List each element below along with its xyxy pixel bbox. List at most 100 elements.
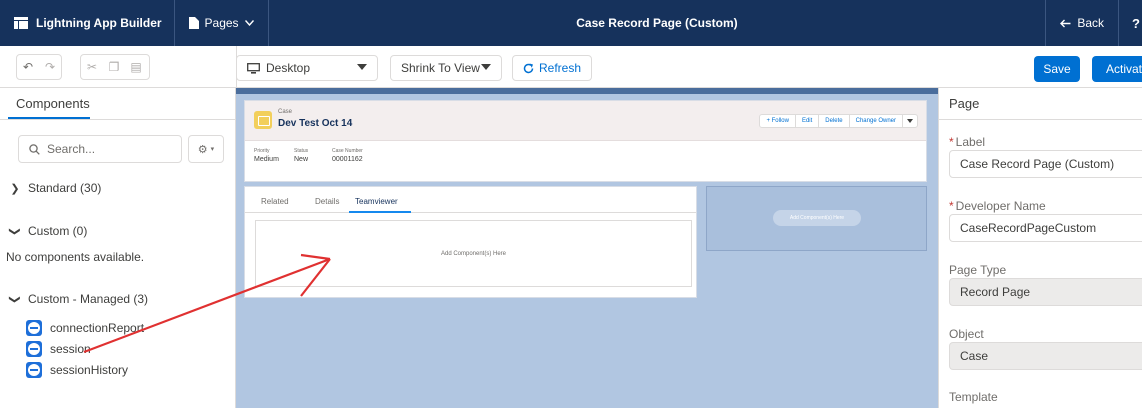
redo-icon[interactable]: ↷	[39, 55, 61, 79]
field-value: New	[294, 156, 309, 163]
app-name-block[interactable]: Lightning App Builder	[0, 0, 175, 46]
zoom-select[interactable]: Shrink To View	[390, 55, 502, 81]
pages-label: Pages	[204, 16, 239, 30]
required-marker: *	[949, 135, 954, 149]
zoom-value: Shrink To View	[401, 61, 480, 75]
label-input[interactable]: Case Record Page (Custom)	[949, 150, 1142, 178]
field-value: Medium	[254, 156, 279, 163]
tab-components[interactable]: Components	[16, 96, 90, 111]
back-button[interactable]: Back	[1045, 0, 1118, 46]
delete-button[interactable]: Delete	[819, 115, 850, 127]
divider	[0, 119, 235, 120]
object-label: Case	[278, 109, 293, 115]
page-type-label: Page Type	[949, 263, 1007, 277]
follow-button[interactable]: + Follow	[760, 115, 796, 127]
tab-teamviewer[interactable]: Teamviewer	[355, 197, 398, 206]
teamviewer-icon	[26, 362, 42, 378]
help-button[interactable]: ?	[1118, 0, 1142, 46]
template-label: Template	[949, 390, 998, 404]
record-actions: + Follow Edit Delete Change Owner	[759, 114, 918, 128]
tab-drop-zone[interactable]: Add Component(s) Here	[255, 220, 692, 287]
teamviewer-icon	[26, 341, 42, 357]
cut-icon[interactable]: ✂	[81, 55, 103, 79]
record-header-top: Case Dev Test Oct 14 + Follow Edit Delet…	[245, 101, 926, 141]
field-case-number: Case Number 00001162	[332, 148, 363, 163]
field-status: Status New	[294, 148, 308, 163]
activation-button[interactable]: Activation...	[1092, 56, 1142, 82]
properties-panel: Page * Label Case Record Page (Custom) * D…	[938, 88, 1142, 408]
component-item[interactable]: sessionHistory	[26, 362, 128, 378]
component-item[interactable]: connectionReport	[26, 320, 144, 336]
arrow-left-icon	[1060, 19, 1071, 27]
chevron-down-icon: ❯	[8, 294, 21, 304]
save-button[interactable]: Save	[1034, 56, 1080, 82]
page-canvas[interactable]: Case Dev Test Oct 14 + Follow Edit Delet…	[236, 88, 938, 408]
section-custom-managed-label: Custom - Managed (3)	[28, 292, 149, 306]
chevron-right-icon: ❯	[10, 182, 20, 195]
sidebar-drop-region[interactable]: Add Component(s) Here	[706, 186, 927, 251]
component-label: sessionHistory	[50, 363, 129, 377]
pages-menu[interactable]: Pages	[175, 0, 269, 46]
builder-toolbar: ↶ ↷ ✂ ❐ ▤ Desktop Shrink To View Refresh…	[0, 46, 1142, 88]
clipboard-group: ✂ ❐ ▤	[80, 54, 150, 80]
page-icon	[188, 17, 199, 29]
gear-icon: ⚙	[197, 143, 208, 156]
active-tab-indicator	[349, 211, 411, 213]
panel-title: Page	[949, 96, 980, 111]
component-label: connectionReport	[50, 321, 145, 335]
chevron-down-icon: ❯	[8, 226, 21, 236]
field-label: Priority	[254, 148, 270, 154]
label-field-text: Label	[955, 135, 986, 149]
undo-icon[interactable]: ↶	[17, 55, 39, 79]
desktop-icon	[247, 62, 260, 74]
section-custom-managed[interactable]: ❯ Custom - Managed (3)	[8, 292, 149, 306]
app-builder-icon	[14, 17, 28, 29]
search-placeholder: Search...	[47, 142, 96, 156]
tab-details[interactable]: Details	[315, 197, 339, 206]
more-actions-button[interactable]	[903, 115, 917, 127]
label-field-label: * Label	[949, 135, 985, 149]
object-value: Case	[949, 342, 1142, 370]
object-label: Object	[949, 327, 984, 341]
back-label: Back	[1077, 16, 1104, 30]
change-owner-button[interactable]: Change Owner	[850, 115, 903, 127]
paste-icon[interactable]: ▤	[125, 55, 147, 79]
required-marker: *	[949, 199, 954, 213]
developer-name-label: * Developer Name	[949, 199, 1046, 213]
developer-name-text: Developer Name	[955, 199, 1046, 213]
record-title: Dev Test Oct 14	[278, 118, 353, 129]
search-icon	[29, 143, 40, 155]
search-input[interactable]: Search...	[18, 135, 182, 163]
component-label: session	[50, 342, 91, 356]
components-panel: Components Search... ⚙ ▾ ❯ Standard (30)…	[0, 88, 236, 408]
field-label: Case Number	[332, 148, 363, 154]
tab-bar: Related Details Teamviewer	[245, 187, 696, 213]
component-item[interactable]: session	[26, 341, 91, 357]
no-components-message: No components available.	[6, 250, 145, 264]
settings-menu-button[interactable]: ⚙ ▾	[188, 135, 224, 163]
copy-icon[interactable]: ❐	[103, 55, 125, 79]
developer-name-input[interactable]: CaseRecordPageCustom	[949, 214, 1142, 242]
field-priority: Priority Medium	[254, 148, 279, 163]
page-title: Case Record Page (Custom)	[576, 16, 738, 30]
field-value: 00001162	[332, 156, 363, 163]
field-label: Status	[294, 148, 309, 154]
refresh-button[interactable]: Refresh	[512, 55, 592, 81]
refresh-label: Refresh	[538, 61, 582, 75]
canvas-header-strip	[236, 88, 938, 94]
divider	[939, 119, 1142, 120]
device-select[interactable]: Desktop	[236, 55, 378, 81]
section-standard[interactable]: ❯ Standard (30)	[10, 181, 101, 195]
case-icon	[254, 111, 272, 129]
chevron-down-icon	[481, 64, 491, 70]
record-header-component[interactable]: Case Dev Test Oct 14 + Follow Edit Delet…	[244, 100, 927, 182]
tab-related[interactable]: Related	[261, 197, 289, 206]
tabs-component[interactable]: Related Details Teamviewer Add Component…	[244, 186, 697, 298]
app-name: Lightning App Builder	[36, 16, 162, 30]
edit-button[interactable]: Edit	[796, 115, 820, 127]
add-component-placeholder[interactable]: Add Component(s) Here	[773, 210, 861, 226]
chevron-down-icon: ▾	[210, 146, 215, 153]
section-custom[interactable]: ❯ Custom (0)	[8, 224, 88, 238]
chevron-down-icon	[244, 20, 254, 26]
builder-header: Lightning App Builder Pages Case Record …	[0, 0, 1142, 46]
